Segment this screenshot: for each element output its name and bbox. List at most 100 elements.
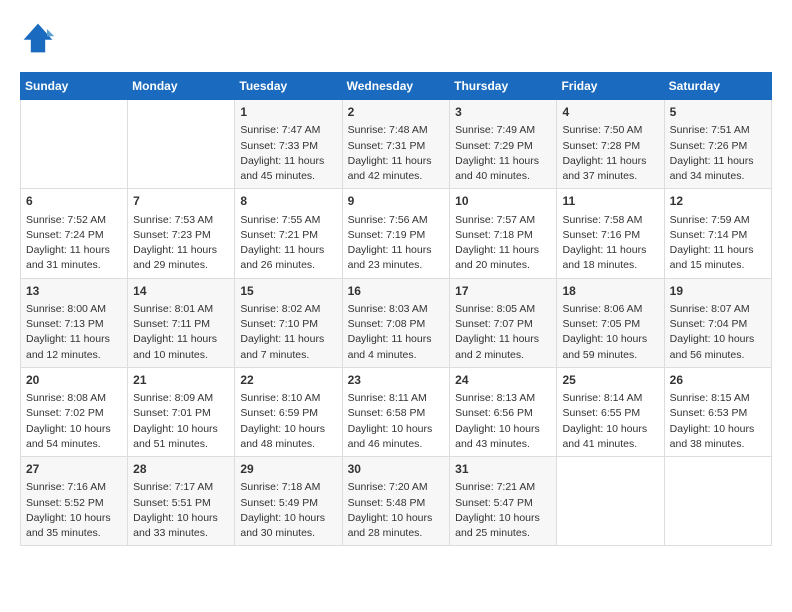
- calendar-cell: 25Sunrise: 8:14 AMSunset: 6:55 PMDayligh…: [557, 367, 664, 456]
- column-header-wednesday: Wednesday: [342, 73, 450, 100]
- day-number: 7: [133, 193, 229, 210]
- calendar-cell: 31Sunrise: 7:21 AMSunset: 5:47 PMDayligh…: [450, 457, 557, 546]
- day-number: 9: [348, 193, 445, 210]
- day-number: 26: [670, 372, 766, 389]
- day-number: 13: [26, 283, 122, 300]
- day-info: Sunrise: 7:59 AM: [670, 213, 766, 228]
- day-info: Sunrise: 8:00 AM: [26, 302, 122, 317]
- day-info: Sunset: 7:05 PM: [562, 317, 658, 332]
- calendar-cell: 10Sunrise: 7:57 AMSunset: 7:18 PMDayligh…: [450, 189, 557, 278]
- day-number: 21: [133, 372, 229, 389]
- calendar-cell: [664, 457, 771, 546]
- day-info: Sunset: 7:14 PM: [670, 228, 766, 243]
- day-info: Daylight: 11 hours and 40 minutes.: [455, 154, 551, 184]
- calendar-row: 20 Sunrise: 8:08 AMSunset: 7:02 PM Dayligh…: [21, 367, 772, 456]
- day-info: Sunset: 7:04 PM: [670, 317, 766, 332]
- day-info: Sunset: 7:28 PM: [562, 139, 658, 154]
- day-info: Daylight: 11 hours and 7 minutes.: [240, 332, 336, 362]
- day-info: Daylight: 11 hours and 26 minutes.: [240, 243, 336, 273]
- day-info: Daylight: 11 hours and 45 minutes.: [240, 154, 336, 184]
- day-info: Sunrise: 8:06 AM: [562, 302, 658, 317]
- column-header-thursday: Thursday: [450, 73, 557, 100]
- day-info: Sunset: 7:26 PM: [670, 139, 766, 154]
- calendar-cell: 6Sunrise: 7:52 AMSunset: 7:24 PMDaylight…: [21, 189, 128, 278]
- day-number: 29: [240, 461, 336, 478]
- day-info: Daylight: 11 hours and 12 minutes.: [26, 332, 122, 362]
- day-info: Daylight: 10 hours and 25 minutes.: [455, 511, 551, 541]
- day-info: Sunset: 6:53 PM: [670, 406, 766, 421]
- calendar-cell: 22Sunrise: 8:10 AMSunset: 6:59 PMDayligh…: [235, 367, 342, 456]
- day-info: Sunset: 7:13 PM: [26, 317, 122, 332]
- calendar-cell: 2Sunrise: 7:48 AMSunset: 7:31 PMDaylight…: [342, 100, 450, 189]
- day-info: Daylight: 10 hours and 38 minutes.: [670, 422, 766, 452]
- day-info: Sunset: 7:11 PM: [133, 317, 229, 332]
- logo: [20, 20, 60, 56]
- column-header-monday: Monday: [128, 73, 235, 100]
- day-info: Sunrise: 8:14 AM: [562, 391, 658, 406]
- day-info: Sunrise: 8:11 AM: [348, 391, 445, 406]
- day-number: 2: [348, 104, 445, 121]
- day-info: Daylight: 11 hours and 4 minutes.: [348, 332, 445, 362]
- day-number: 20: [26, 372, 122, 389]
- day-number: 8: [240, 193, 336, 210]
- day-info: Sunset: 7:33 PM: [240, 139, 336, 154]
- calendar-cell: 24Sunrise: 8:13 AMSunset: 6:56 PMDayligh…: [450, 367, 557, 456]
- day-info: Sunset: 6:58 PM: [348, 406, 445, 421]
- day-info: Sunset: 7:08 PM: [348, 317, 445, 332]
- day-info: Sunrise: 8:13 AM: [455, 391, 551, 406]
- calendar-cell: 26 Sunrise: 8:15 AMSunset: 6:53 PMDayligh…: [664, 367, 771, 456]
- calendar-cell: 30Sunrise: 7:20 AMSunset: 5:48 PMDayligh…: [342, 457, 450, 546]
- day-info: Sunrise: 7:58 AM: [562, 213, 658, 228]
- column-header-friday: Friday: [557, 73, 664, 100]
- calendar-row: 1Sunrise: 7:47 AMSunset: 7:33 PMDaylight…: [21, 100, 772, 189]
- calendar-cell: 3Sunrise: 7:49 AMSunset: 7:29 PMDaylight…: [450, 100, 557, 189]
- day-number: 18: [562, 283, 658, 300]
- calendar-cell: 5 Sunrise: 7:51 AMSunset: 7:26 PMDaylight…: [664, 100, 771, 189]
- day-number: 1: [240, 104, 336, 121]
- day-info: Daylight: 10 hours and 30 minutes.: [240, 511, 336, 541]
- column-header-tuesday: Tuesday: [235, 73, 342, 100]
- day-info: Sunrise: 7:21 AM: [455, 480, 551, 495]
- day-info: Daylight: 11 hours and 20 minutes.: [455, 243, 551, 273]
- day-info: Sunrise: 8:03 AM: [348, 302, 445, 317]
- day-number: 19: [670, 283, 766, 300]
- day-number: 22: [240, 372, 336, 389]
- column-header-saturday: Saturday: [664, 73, 771, 100]
- day-info: Sunset: 6:56 PM: [455, 406, 551, 421]
- day-info: Sunrise: 7:50 AM: [562, 123, 658, 138]
- day-info: Sunrise: 8:10 AM: [240, 391, 336, 406]
- day-info: Sunset: 5:52 PM: [26, 496, 122, 511]
- day-info: Daylight: 10 hours and 33 minutes.: [133, 511, 229, 541]
- day-info: Daylight: 11 hours and 34 minutes.: [670, 154, 766, 184]
- day-info: Sunrise: 7:20 AM: [348, 480, 445, 495]
- calendar-cell: 29Sunrise: 7:18 AMSunset: 5:49 PMDayligh…: [235, 457, 342, 546]
- calendar-row: 13Sunrise: 8:00 AMSunset: 7:13 PMDayligh…: [21, 278, 772, 367]
- calendar-cell: 20Sunrise: 8:08 AMSunset: 7:02 PMDayligh…: [21, 367, 128, 456]
- day-info: Sunrise: 8:15 AM: [670, 391, 766, 406]
- day-info: Daylight: 10 hours and 51 minutes.: [133, 422, 229, 452]
- day-info: Sunset: 5:47 PM: [455, 496, 551, 511]
- day-info: Sunrise: 8:09 AM: [133, 391, 229, 406]
- day-info: Daylight: 11 hours and 42 minutes.: [348, 154, 445, 184]
- day-info: Sunset: 7:18 PM: [455, 228, 551, 243]
- day-info: Daylight: 10 hours and 43 minutes.: [455, 422, 551, 452]
- day-number: 25: [562, 372, 658, 389]
- day-info: Sunrise: 7:51 AM: [670, 123, 766, 138]
- day-number: 5: [670, 104, 766, 121]
- day-number: 28: [133, 461, 229, 478]
- calendar-cell: 7Sunrise: 7:53 AMSunset: 7:23 PMDaylight…: [128, 189, 235, 278]
- day-info: Daylight: 10 hours and 56 minutes.: [670, 332, 766, 362]
- day-number: 10: [455, 193, 551, 210]
- day-info: Sunrise: 8:08 AM: [26, 391, 122, 406]
- day-info: Sunrise: 7:49 AM: [455, 123, 551, 138]
- logo-icon: [20, 20, 56, 56]
- calendar-cell: 8Sunrise: 7:55 AMSunset: 7:21 PMDaylight…: [235, 189, 342, 278]
- day-number: 30: [348, 461, 445, 478]
- calendar-cell: 19Sunrise: 8:07 AMSunset: 7:04 PMDayligh…: [664, 278, 771, 367]
- day-number: 15: [240, 283, 336, 300]
- day-info: Daylight: 11 hours and 37 minutes.: [562, 154, 658, 184]
- day-number: 17: [455, 283, 551, 300]
- day-info: Sunset: 7:07 PM: [455, 317, 551, 332]
- day-info: Sunset: 7:10 PM: [240, 317, 336, 332]
- day-info: Sunset: 7:02 PM: [26, 406, 122, 421]
